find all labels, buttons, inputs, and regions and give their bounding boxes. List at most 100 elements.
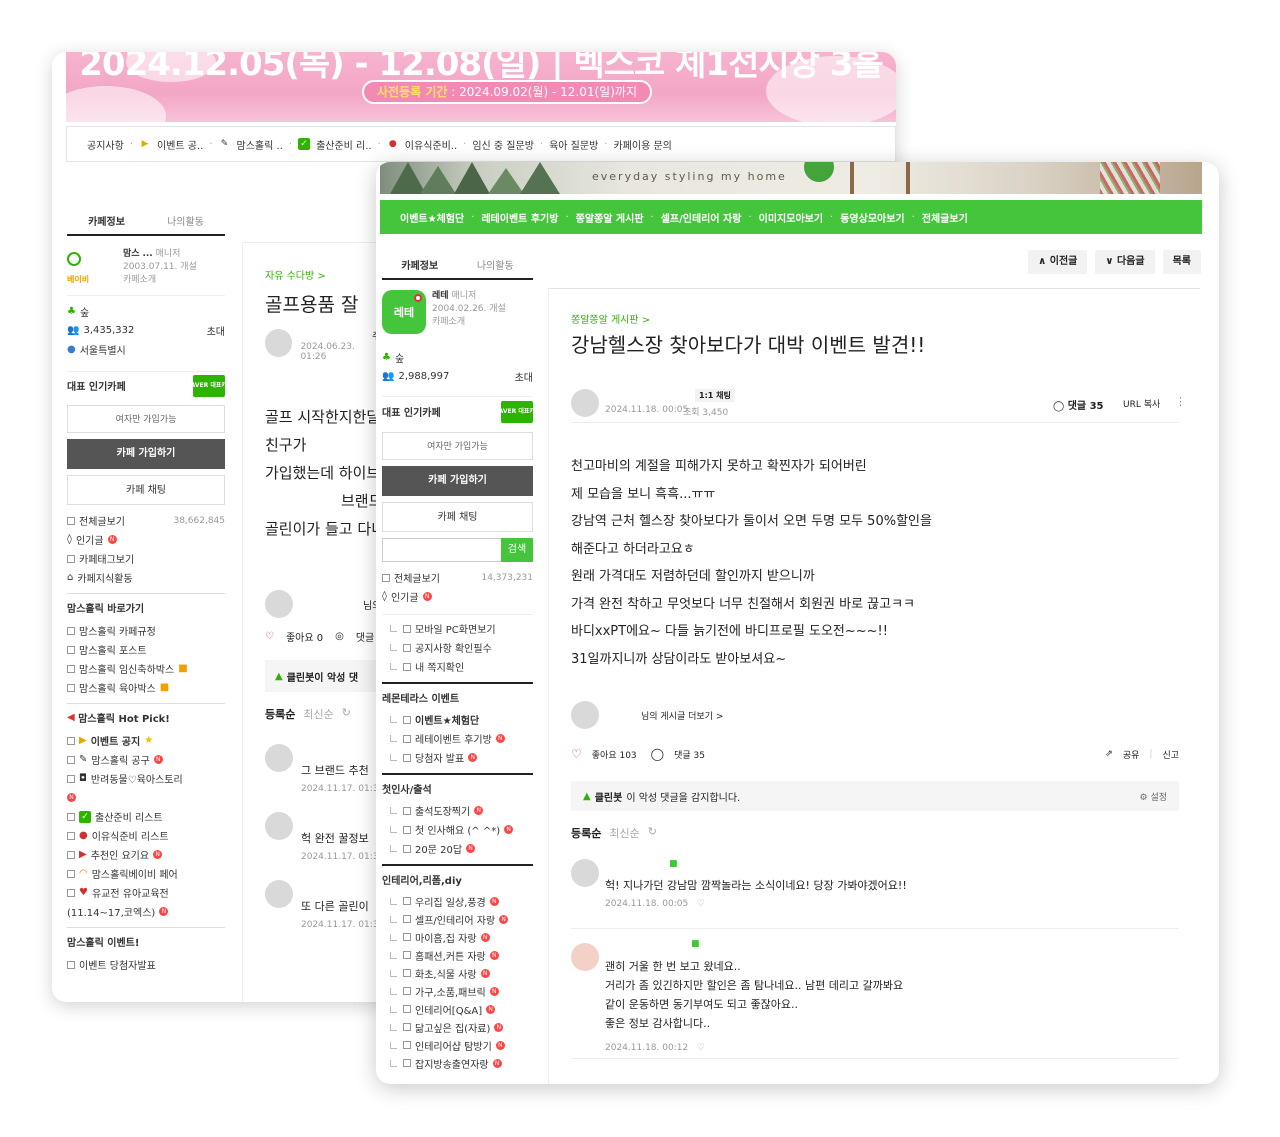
author-avatar[interactable] [571,389,599,417]
tab-my-activity[interactable]: 나의활동 [146,213,225,228]
sidebar-link[interactable]: 맘스홀릭 포스트 [79,642,147,657]
menu-item[interactable]: 레테이벤트 후기방 [481,210,558,225]
member-count[interactable]: 3,435,332 [83,325,134,336]
popular-posts-link[interactable]: 인기글 [76,532,104,547]
sidebar-link[interactable]: 이벤트 당첨자발표 [79,957,156,972]
invite-button[interactable]: 초대 [515,369,533,384]
comment-like-icon[interactable]: ♡ [697,1043,705,1053]
author-name[interactable]: 주 [300,329,380,342]
sidebar-link[interactable]: 맘스홀릭 임신축하박스 [79,661,174,676]
all-posts-link[interactable]: 전체글보기 [394,570,440,585]
author-more-posts-link[interactable]: 님의 게시글 더보기 > [641,709,723,722]
share-button[interactable]: 공유 [1123,748,1140,761]
cafe-intro-link[interactable]: 카페소개 [432,316,506,329]
cafe-name[interactable]: 레테 [432,291,449,301]
like-button[interactable]: 좋아요 0 [286,629,323,644]
prev-post-button[interactable]: ∧ 이전글 [1028,250,1088,274]
board-link[interactable]: 자유 수다방 > [265,267,382,282]
sidebar-link[interactable]: 홈패션,커튼 자랑 [415,948,486,963]
sidebar-link[interactable]: 맘스홀릭 카페규정 [79,623,156,638]
sidebar-link[interactable]: 이유식준비 리스트 [92,828,169,843]
sidebar-link[interactable]: 가구,소품,패브릭 [415,984,486,999]
sort-latest[interactable]: 최신순 [609,825,639,841]
cafe-intro-link[interactable]: 카페소개 [123,274,197,287]
sidebar-link[interactable]: 맘스홀릭 공구 [91,752,149,767]
join-cafe-button[interactable]: 카페 가입하기 [382,466,533,496]
avatar[interactable] [571,943,599,971]
url-copy-button[interactable]: URL 복사 [1123,397,1160,410]
sidebar-link[interactable]: 20문 20답 [415,841,462,856]
author-avatar[interactable] [571,701,599,729]
cafe-logo[interactable]: 베이비 [67,248,115,295]
join-cafe-button[interactable]: 카페 가입하기 [67,439,225,469]
sort-latest[interactable]: 최신순 [303,706,333,722]
menu-item[interactable]: 공지사항 [87,137,124,152]
sidebar-link[interactable]: 레테이벤트 후기방 [415,731,492,746]
list-button[interactable]: 목록 [1162,250,1201,274]
avatar[interactable] [265,329,293,357]
sidebar-link[interactable]: 모바일 PC화면보기 [415,621,496,636]
menu-item[interactable]: 카페이용 문의 [613,137,671,152]
knowledge-link[interactable]: 카페지식활동 [77,570,132,585]
sidebar-link[interactable]: 우리집 일상,풍경 [415,894,486,909]
one-on-one-chat-button[interactable]: 1:1 채팅 [695,389,735,402]
menu-item[interactable]: 임신 중 질문방 [472,137,534,152]
search-button[interactable]: 검색 [501,538,533,562]
menu-item[interactable]: 맘스홀릭 .. [237,137,283,152]
menu-item[interactable]: 전체글보기 [922,210,968,225]
sidebar-link[interactable]: 당첨자 발표 [415,750,464,765]
invite-button[interactable]: 초대 [207,323,225,338]
popular-posts-link[interactable]: 인기글 [391,589,419,604]
cafe-name[interactable]: 맘스 [123,249,140,259]
tab-cafe-info[interactable]: 카페정보 [67,213,146,228]
tab-cafe-info[interactable]: 카페정보 [382,257,458,272]
cafe-search-input[interactable] [382,538,501,562]
menu-item[interactable]: 이벤트 공.. [157,137,203,152]
sidebar-link[interactable]: 셀프/인테리어 자랑 [415,912,495,927]
menu-item[interactable]: 셀프/인테리어 자랑 [661,210,742,225]
tab-my-activity[interactable]: 나의활동 [458,257,534,272]
sidebar-link[interactable]: 인테리어[Q&A] [415,1002,482,1017]
comment-count-link[interactable]: ◯ 댓글 35 [1053,397,1104,412]
cafe-banner[interactable]: everyday styling my home [380,162,1202,194]
sidebar-link[interactable]: 화초,식물 사랑 [415,966,477,981]
sidebar-link[interactable]: 닮고싶은 집(자료) [415,1020,490,1035]
sidebar-link[interactable]: 마이홈,집 자랑 [415,930,477,945]
sidebar-link[interactable]: 출석도장찍기 [415,803,470,818]
avatar[interactable] [265,590,293,618]
menu-item[interactable]: 이미지모아보기 [759,210,823,225]
cafe-chat-button[interactable]: 카페 채팅 [67,475,225,505]
menu-item[interactable]: 쫑알쫑알 게시판 [576,210,644,225]
sidebar-link-sub[interactable]: (11.14~17,코엑스) [67,904,155,919]
sidebar-link[interactable]: 출산준비 리스트 [95,809,163,824]
cleanbot-settings-button[interactable]: ⚙ 설정 [1139,790,1167,803]
cafe-chat-button[interactable]: 카페 채팅 [382,502,533,532]
sidebar-link[interactable]: 반려동물♡육아스토리 [91,771,183,786]
avatar[interactable] [265,812,293,840]
tags-link[interactable]: 카페태그보기 [79,551,134,566]
more-options-icon[interactable]: ⋮ [1175,395,1186,408]
avatar[interactable] [265,880,293,908]
refresh-icon[interactable]: ↻ [342,706,351,722]
sidebar-link[interactable]: 공지사항 확인필수 [415,640,492,655]
sidebar-link[interactable]: 이벤트 공지 [91,733,140,748]
cleanbot-name[interactable]: 클린봇 [595,789,623,804]
member-count[interactable]: 2,988,997 [398,371,449,382]
refresh-icon[interactable]: ↻ [648,825,657,841]
sidebar-link[interactable]: 추천인 요기요 [91,847,149,862]
comment-like-icon[interactable]: ♡ [697,899,705,909]
next-post-button[interactable]: ∨ 다음글 [1095,250,1155,274]
avatar[interactable] [265,744,293,772]
sidebar-link[interactable]: 이벤트★체험단 [415,712,479,727]
menu-item[interactable]: 동영상모아보기 [840,210,904,225]
sort-registered[interactable]: 등록순 [265,706,295,722]
menu-item[interactable]: 이벤트★체험단 [400,210,464,225]
menu-item[interactable]: 육아 질문방 [549,137,598,152]
report-button[interactable]: 신고 [1162,748,1179,761]
sidebar-link[interactable]: 잡지방송출연자랑 [415,1056,489,1071]
comments-toggle[interactable]: 댓글 35 [674,748,705,761]
avatar[interactable] [571,859,599,887]
menu-item[interactable]: 이유식준비.. [405,137,457,152]
sort-registered[interactable]: 등록순 [571,825,601,841]
cafe-logo[interactable]: 레테 [382,290,426,334]
